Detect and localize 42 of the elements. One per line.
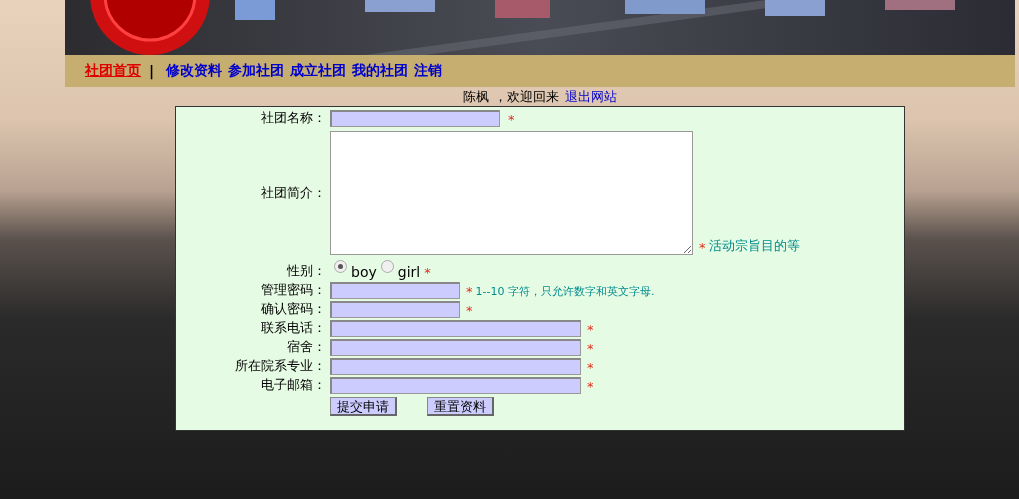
required-mark: *: [587, 341, 594, 356]
field-label: 社团名称：: [260, 109, 327, 127]
password-field[interactable]: [330, 282, 460, 299]
text-field[interactable]: [330, 110, 500, 127]
required-mark: *: [587, 379, 594, 394]
nav-link[interactable]: 成立社团: [290, 62, 347, 80]
required-mark: *: [424, 265, 431, 280]
nav-link[interactable]: 我的社团: [352, 62, 409, 80]
nav-link[interactable]: 参加社团: [228, 62, 285, 80]
radio-button[interactable]: [380, 260, 394, 273]
hint-text: 1--10 字符，只允许数字和英文字母.: [475, 284, 655, 299]
nav-link[interactable]: 修改资料: [166, 62, 223, 80]
reset-button[interactable]: 重置资料: [427, 397, 494, 416]
field-label: 管理密码：: [260, 281, 327, 299]
field-label: 性别：: [286, 262, 327, 280]
text-area[interactable]: [330, 131, 693, 255]
text-field[interactable]: [330, 377, 581, 394]
required-mark: *: [587, 322, 594, 337]
required-mark: *: [466, 303, 473, 318]
radio-label: girl: [397, 264, 421, 280]
nav-separator: |: [149, 63, 155, 79]
field-label: 联系电话：: [260, 319, 327, 337]
field-label: 社团简介：: [260, 184, 327, 202]
field-label: 宿舍：: [286, 338, 327, 356]
text-field[interactable]: [330, 358, 581, 375]
submit-button[interactable]: 提交申请: [330, 397, 397, 416]
required-mark: *: [466, 284, 473, 299]
required-mark: *: [587, 360, 594, 375]
welcome-text: 陈枫 ，欢迎回来: [463, 87, 559, 106]
required-mark: *: [508, 112, 515, 127]
field-label: 确认密码：: [260, 300, 327, 318]
text-field[interactable]: [330, 339, 581, 356]
hint-text: 活动宗旨目的等: [708, 237, 800, 255]
logout-link[interactable]: 退出网站: [564, 87, 617, 106]
radio-button[interactable]: [334, 260, 347, 273]
password-field[interactable]: [330, 301, 460, 318]
field-label: 电子邮箱：: [260, 376, 327, 394]
radio-label: boy: [351, 264, 377, 280]
text-field[interactable]: [330, 320, 581, 337]
required-mark: *: [699, 240, 706, 255]
field-label: 所在院系专业：: [234, 357, 327, 375]
nav-link[interactable]: 注销: [414, 62, 443, 80]
